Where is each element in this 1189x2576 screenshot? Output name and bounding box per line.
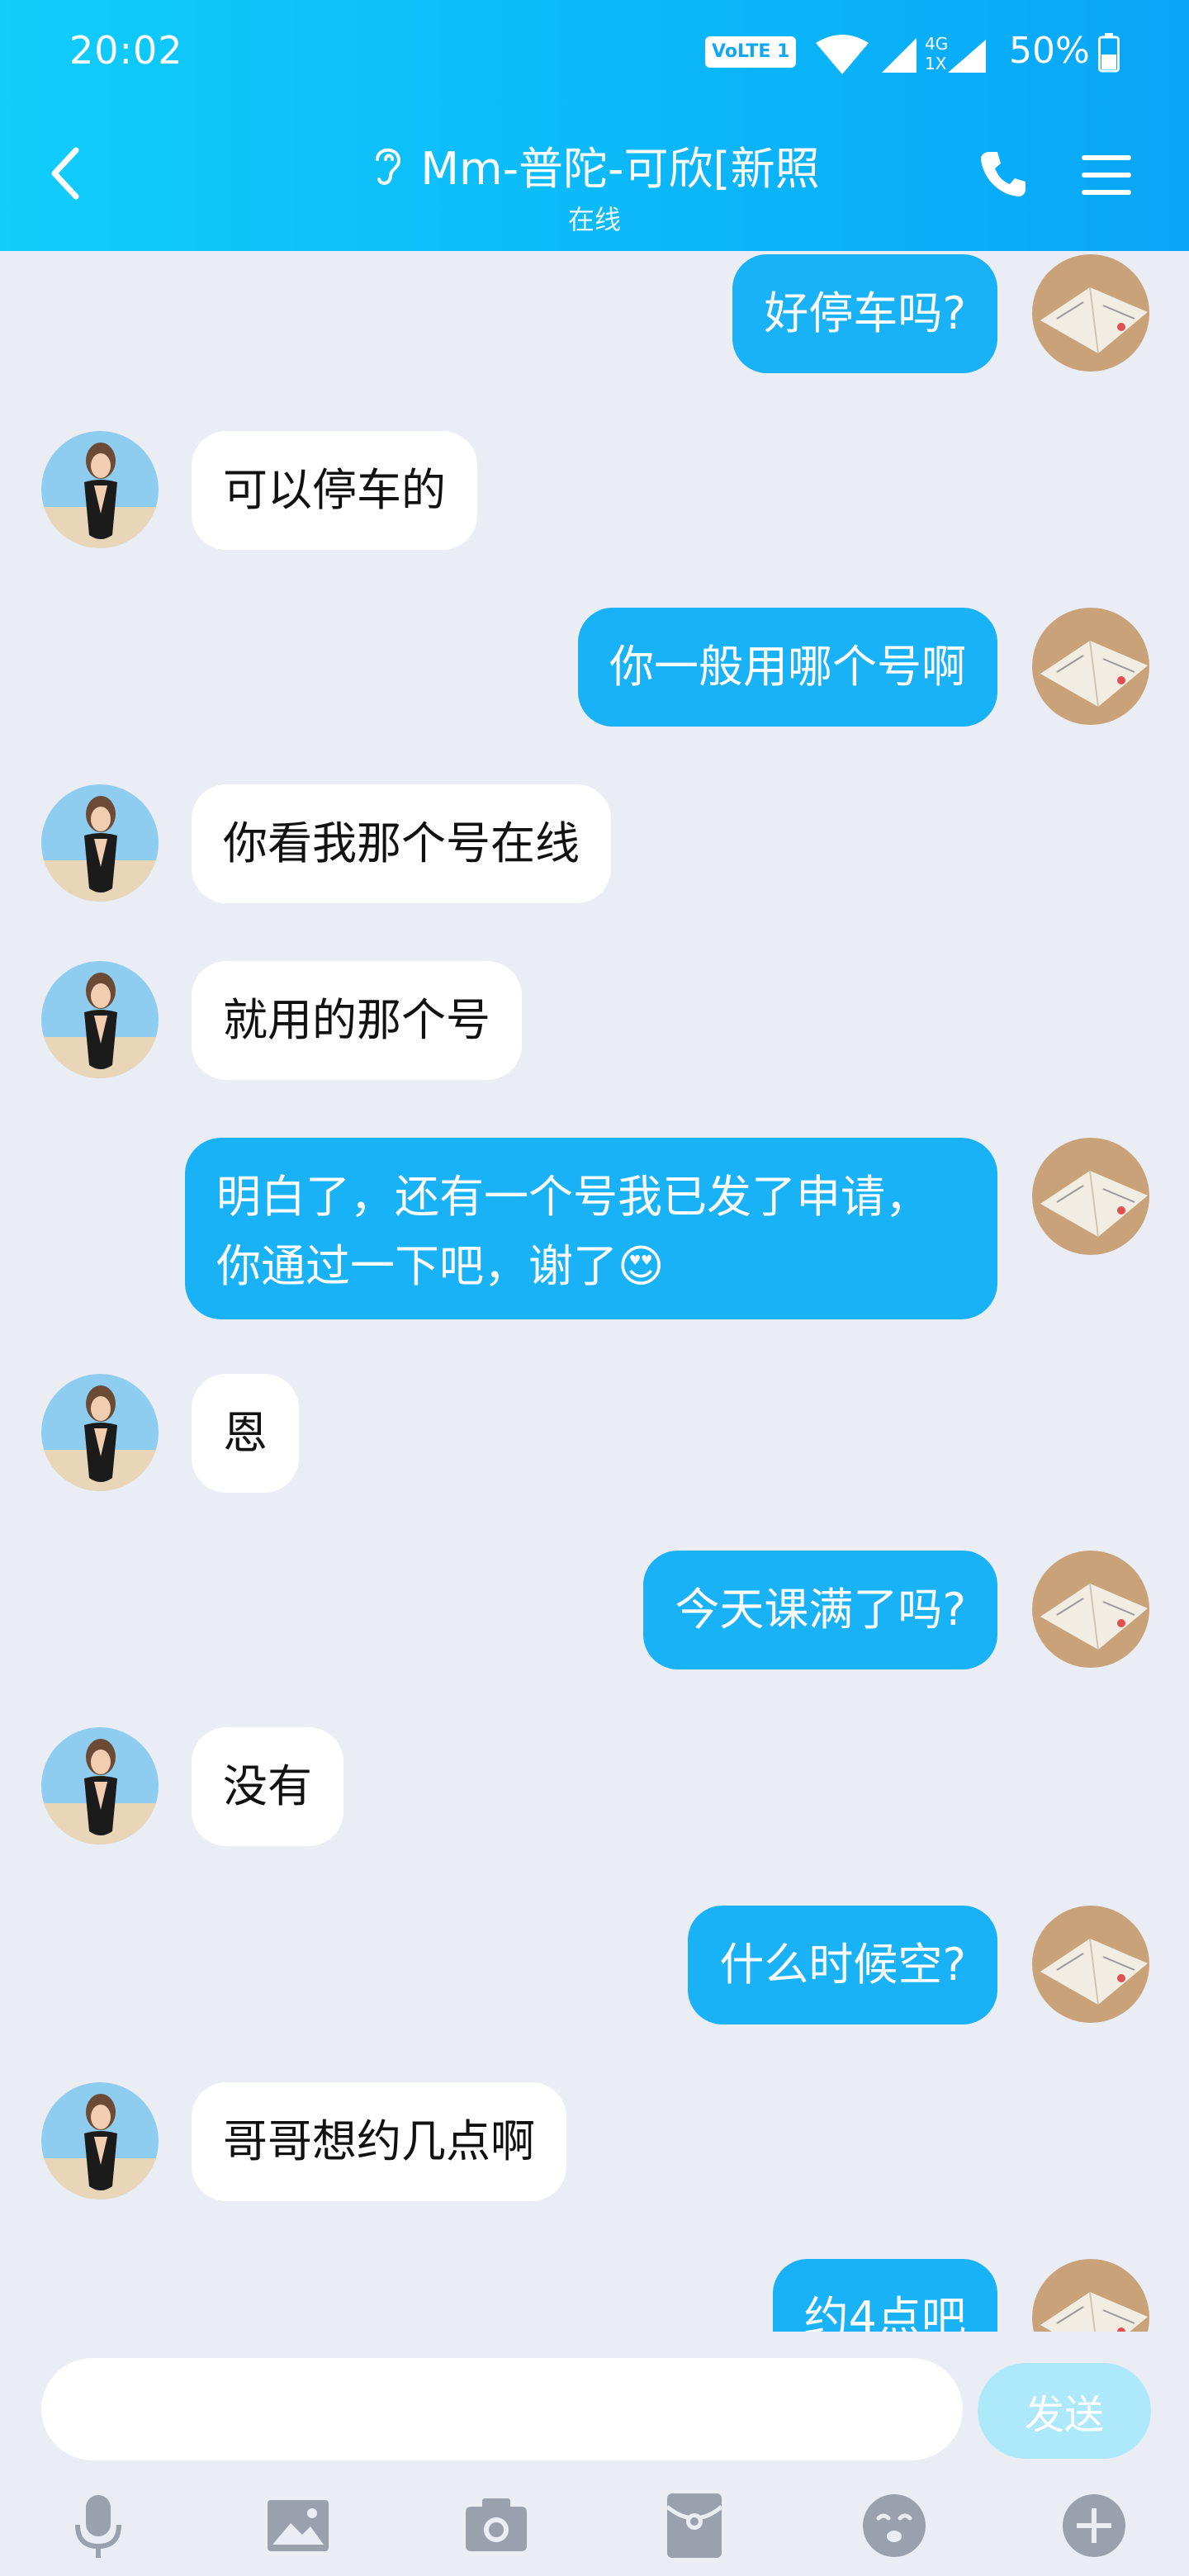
book-avatar-image — [1032, 1551, 1149, 1668]
battery-percent: 50% — [1009, 30, 1090, 72]
chat-title: Mm-普陀-可欣[新照 — [420, 143, 820, 195]
message-input[interactable] — [41, 2358, 963, 2460]
svg-text:4G: 4G — [925, 34, 948, 54]
contact-avatar-image — [41, 784, 159, 902]
image-icon[interactable] — [261, 2488, 335, 2563]
signal-wifi-icon: 4G 1X — [816, 34, 986, 74]
menu-button[interactable] — [1080, 152, 1133, 198]
avatar-contact[interactable] — [41, 1727, 159, 1844]
avatar-contact[interactable] — [41, 2082, 159, 2200]
status-bar: 20:02 VoLTE 1 4G 1X 50% — [0, 0, 1189, 107]
status-time: 20:02 — [69, 28, 183, 73]
book-avatar-image — [1032, 1138, 1149, 1255]
avatar-me[interactable] — [1032, 1551, 1149, 1668]
chat-header: 20:02 VoLTE 1 4G 1X 50% Mm-普陀-可欣[新照 在线 — [0, 0, 1189, 251]
book-avatar-image — [1032, 1906, 1149, 2023]
contact-avatar-image — [41, 1727, 159, 1844]
book-avatar-image — [1032, 608, 1149, 725]
message-bubble-received[interactable]: 你看我那个号在线 — [192, 784, 611, 903]
message-bubble-sent[interactable]: 明白了，还有一个号我已发了申请，你通过一下吧，谢了😍 — [185, 1138, 997, 1319]
microphone-icon[interactable] — [61, 2488, 135, 2563]
message-bubble-sent[interactable]: 什么时候空? — [688, 1906, 997, 2024]
message-bubble-received[interactable]: 就用的那个号 — [192, 961, 522, 1080]
back-button[interactable] — [41, 140, 91, 206]
input-toolbar — [0, 2488, 1189, 2571]
contact-avatar-image — [41, 2082, 159, 2200]
message-bubble-received[interactable]: 哥哥想约几点啊 — [192, 2082, 566, 2201]
message-bubble-sent[interactable]: 约4点吧 — [772, 2259, 997, 2332]
message-bubble-sent[interactable]: 你一般用哪个号啊 — [578, 608, 997, 727]
contact-avatar-image — [41, 431, 159, 548]
avatar-me[interactable] — [1032, 2259, 1149, 2332]
message-bubble-sent[interactable]: 今天课满了吗? — [643, 1551, 997, 1669]
hamburger-menu-icon — [1082, 155, 1131, 195]
online-status: 在线 — [567, 204, 621, 235]
battery-icon — [1098, 33, 1120, 73]
book-avatar-image — [1032, 254, 1149, 372]
call-button[interactable] — [978, 147, 1030, 200]
message-bubble-sent[interactable]: 好停车吗? — [732, 254, 997, 373]
avatar-contact[interactable] — [41, 1374, 159, 1491]
avatar-me[interactable] — [1032, 608, 1149, 725]
avatar-contact[interactable] — [41, 431, 159, 548]
avatar-contact[interactable] — [41, 784, 159, 902]
message-list[interactable]: 好停车吗? 可以停车的 你一般用哪个号啊 你看我那个号在线 就用的那个号 明白了… — [0, 251, 1189, 2332]
camera-icon[interactable] — [459, 2488, 533, 2563]
emoji-icon[interactable] — [857, 2488, 931, 2563]
avatar-me[interactable] — [1032, 1906, 1149, 2023]
avatar-contact[interactable] — [41, 961, 159, 1078]
avatar-me[interactable] — [1032, 1138, 1149, 1255]
red-packet-icon[interactable] — [657, 2488, 732, 2563]
message-bubble-received[interactable]: 没有 — [192, 1727, 343, 1846]
back-arrow-icon — [51, 147, 79, 200]
volte-badge: VoLTE 1 — [705, 36, 797, 68]
plus-icon[interactable] — [1057, 2488, 1131, 2563]
phone-icon — [981, 152, 1026, 197]
avatar-me[interactable] — [1032, 254, 1149, 372]
ear-icon — [376, 148, 401, 185]
svg-text:1X: 1X — [925, 54, 947, 73]
contact-avatar-image — [41, 961, 159, 1078]
chat-title-area[interactable]: Mm-普陀-可欣[新照 在线 — [330, 132, 859, 235]
input-area: 发送 — [0, 2332, 1189, 2576]
message-bubble-received[interactable]: 恩 — [192, 1374, 299, 1493]
book-avatar-image — [1032, 2259, 1149, 2332]
send-button[interactable]: 发送 — [978, 2363, 1151, 2459]
message-bubble-received[interactable]: 可以停车的 — [192, 431, 477, 550]
contact-avatar-image — [41, 1374, 159, 1491]
